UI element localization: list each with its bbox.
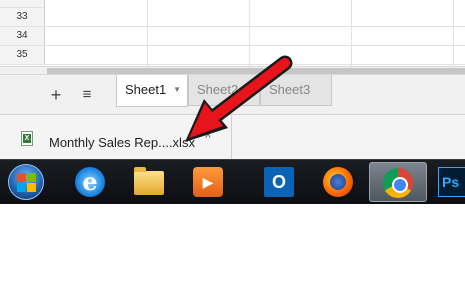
tab-sheet3[interactable]: Sheet3 xyxy=(260,75,332,106)
taskbar-outlook[interactable]: O xyxy=(251,162,309,202)
grid-row[interactable]: 33 xyxy=(0,8,465,27)
column-divider xyxy=(453,0,454,66)
spreadsheet-grid[interactable]: 33 34 35 xyxy=(0,0,465,66)
windows-taskbar: e ▶ O Ps xyxy=(0,159,465,204)
taskbar-firefox[interactable] xyxy=(310,162,368,202)
column-divider xyxy=(351,0,352,66)
outlook-icon: O xyxy=(264,167,294,197)
tab-label: Sheet2 xyxy=(197,82,239,97)
chevron-down-icon[interactable]: ▼ xyxy=(173,75,181,104)
add-sheet-button[interactable]: + xyxy=(43,82,69,108)
download-bar: X Monthly Sales Rep....xlsx ^ xyxy=(0,115,465,159)
firefox-icon xyxy=(323,167,353,197)
row-number[interactable]: 34 xyxy=(0,27,45,45)
tab-label: Sheet3 xyxy=(269,82,311,97)
grid-row[interactable]: 34 xyxy=(0,27,465,46)
windows-logo-icon xyxy=(17,173,26,182)
download-item[interactable]: X Monthly Sales Rep....xlsx ^ xyxy=(0,115,232,159)
all-sheets-button[interactable]: ≡ xyxy=(74,82,100,108)
tab-sheet2[interactable]: Sheet2 xyxy=(188,75,260,106)
taskbar-internet-explorer[interactable]: e xyxy=(62,162,120,202)
column-divider xyxy=(249,0,250,66)
windows-logo-quadrant xyxy=(27,183,36,192)
taskbar-file-explorer[interactable] xyxy=(121,162,179,202)
scrollbar-thumb[interactable] xyxy=(47,68,465,74)
row-number-partial xyxy=(0,0,45,8)
windows-logo-quadrant xyxy=(17,183,26,192)
download-options-caret-icon[interactable]: ^ xyxy=(199,129,217,147)
folder-icon xyxy=(134,167,164,195)
sheet-tab-bar: + ≡ Sheet1 ▼ Sheet2 Sheet3 xyxy=(0,75,465,115)
taskbar-photoshop[interactable]: Ps xyxy=(430,162,465,202)
start-button[interactable] xyxy=(8,164,44,200)
screen: 33 34 35 + ≡ Sheet1 ▼ Sheet2 Sheet3 X Mo… xyxy=(0,0,465,288)
taskbar-media-player[interactable]: ▶ xyxy=(180,162,238,202)
horizontal-scrollbar[interactable] xyxy=(0,66,465,75)
tab-sheet1[interactable]: Sheet1 ▼ xyxy=(116,75,188,107)
chrome-icon xyxy=(383,168,413,198)
download-file-name[interactable]: Monthly Sales Rep....xlsx xyxy=(49,135,195,150)
internet-explorer-icon: e xyxy=(75,167,105,197)
windows-logo-quadrant xyxy=(27,173,36,182)
taskbar-chrome[interactable] xyxy=(369,162,427,202)
row-number[interactable]: 33 xyxy=(0,8,45,26)
grid-row[interactable]: 35 xyxy=(0,46,465,65)
photoshop-icon: Ps xyxy=(438,167,465,197)
media-player-icon: ▶ xyxy=(193,167,223,197)
column-divider xyxy=(147,0,148,66)
excel-file-icon: X xyxy=(21,131,33,146)
tab-label: Sheet1 xyxy=(125,82,167,97)
row-number[interactable]: 35 xyxy=(0,46,45,64)
